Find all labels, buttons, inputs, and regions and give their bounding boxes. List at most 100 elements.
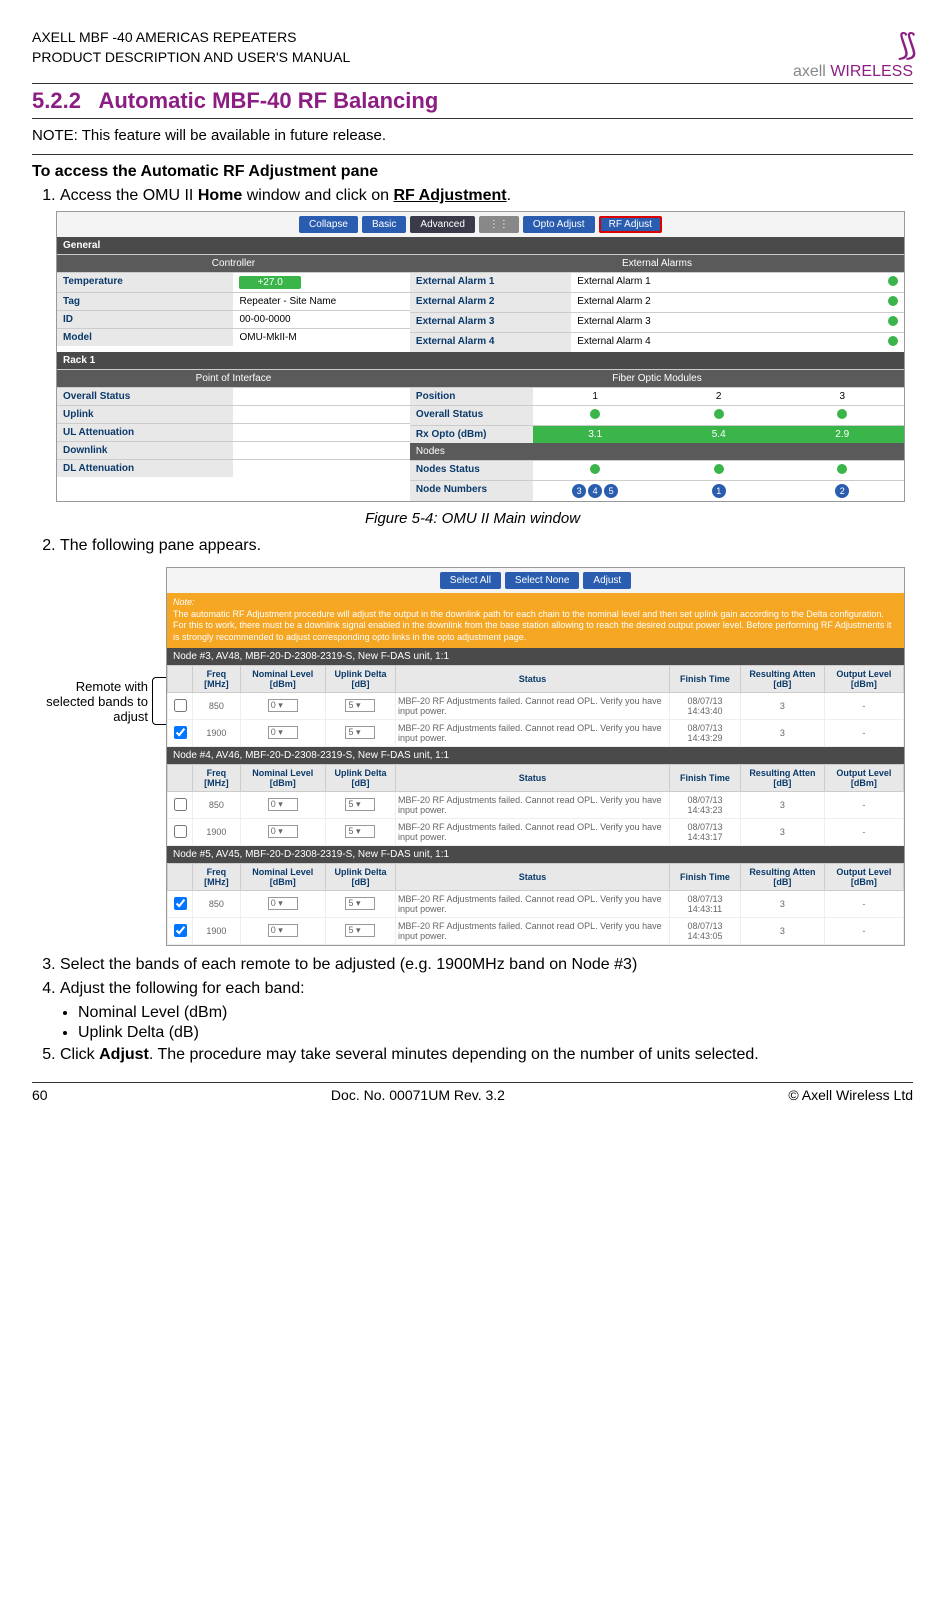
logo-sub: WIRELESS <box>830 63 913 80</box>
overall-status-label: Overall Status <box>57 388 233 405</box>
col-header: Finish Time <box>669 665 740 692</box>
ext-alarm4-value: External Alarm 4 <box>571 333 882 352</box>
uplink-delta-select[interactable]: 5 ▾ <box>345 726 375 739</box>
status-cell: MBF-20 RF Adjustments failed. Cannot rea… <box>396 791 670 818</box>
band-checkbox[interactable] <box>174 699 187 712</box>
header-line2: PRODUCT DESCRIPTION AND USER'S MANUAL <box>32 48 350 68</box>
release-note: NOTE: This feature will be available in … <box>32 127 913 144</box>
ext-alarm1-value: External Alarm 1 <box>571 273 882 292</box>
band-checkbox[interactable] <box>174 924 187 937</box>
node-header: Node #3, AV48, MBF-20-D-2308-2319-S, New… <box>167 648 904 665</box>
adjust-button[interactable]: Adjust <box>583 572 631 589</box>
table-row: 19000 ▾5 ▾MBF-20 RF Adjustments failed. … <box>168 719 904 746</box>
ext-alarm2-label: External Alarm 2 <box>410 293 571 312</box>
band-checkbox[interactable] <box>174 825 187 838</box>
freq-cell: 1900 <box>193 818 241 845</box>
finish-time-cell: 08/07/13 14:43:17 <box>669 818 740 845</box>
nominal-select[interactable]: 0 ▾ <box>268 924 298 937</box>
col-header: Status <box>396 863 670 890</box>
select-all-button[interactable]: Select All <box>440 572 501 589</box>
status-cell: MBF-20 RF Adjustments failed. Cannot rea… <box>396 890 670 917</box>
uplink-delta-select[interactable]: 5 ▾ <box>345 699 375 712</box>
uplink-delta-select[interactable]: 5 ▾ <box>345 798 375 811</box>
nodes-status-label: Nodes Status <box>410 461 534 480</box>
atten-cell: 3 <box>741 818 825 845</box>
band-checkbox[interactable] <box>174 798 187 811</box>
remote-annotation: Remote with selected bands to adjust <box>32 561 152 724</box>
output-cell: - <box>824 791 903 818</box>
output-cell: - <box>824 692 903 719</box>
rf-adjust-button[interactable]: RF Adjust <box>599 216 662 233</box>
step-4: Adjust the following for each band: <box>60 980 913 998</box>
advanced-button[interactable]: Advanced <box>410 216 474 233</box>
node-header: Node #4, AV46, MBF-20-D-2308-2319-S, New… <box>167 747 904 764</box>
freq-cell: 850 <box>193 692 241 719</box>
atten-cell: 3 <box>741 917 825 944</box>
opto-adjust-button[interactable]: Opto Adjust <box>523 216 595 233</box>
status-dot-icon <box>837 409 847 419</box>
grip-icon: ⋮⋮ <box>479 216 519 233</box>
finish-time-cell: 08/07/13 14:43:29 <box>669 719 740 746</box>
nominal-select[interactable]: 0 ▾ <box>268 897 298 910</box>
output-cell: - <box>824 890 903 917</box>
output-cell: - <box>824 818 903 845</box>
atten-cell: 3 <box>741 719 825 746</box>
uplink-delta-select[interactable]: 5 ▾ <box>345 924 375 937</box>
basic-button[interactable]: Basic <box>362 216 406 233</box>
band-checkbox[interactable] <box>174 897 187 910</box>
ul-atten-label: UL Attenuation <box>57 424 233 441</box>
id-label: ID <box>57 311 233 328</box>
logo: ⟆⟆ axell WIRELESS <box>793 28 913 81</box>
model-value: OMU-MkII-M <box>233 329 409 346</box>
band-checkbox[interactable] <box>174 726 187 739</box>
uplink-delta-select[interactable]: 5 ▾ <box>345 897 375 910</box>
finish-time-cell: 08/07/13 14:43:23 <box>669 791 740 818</box>
status-dot-icon <box>714 464 724 474</box>
col-header: Resulting Atten [dB] <box>741 863 825 890</box>
model-label: Model <box>57 329 233 346</box>
node-numbers-label: Node Numbers <box>410 481 534 501</box>
page-number: 60 <box>32 1087 48 1103</box>
col-header: Output Level [dBm] <box>824 764 903 791</box>
tag-value: Repeater - Site Name <box>233 293 409 310</box>
col-header: Freq [MHz] <box>193 863 241 890</box>
status-cell: MBF-20 RF Adjustments failed. Cannot rea… <box>396 917 670 944</box>
status-dot-icon <box>837 464 847 474</box>
col-header: Output Level [dBm] <box>824 665 903 692</box>
dl-atten-label: DL Attenuation <box>57 460 233 477</box>
nominal-select[interactable]: 0 ▾ <box>268 798 298 811</box>
collapse-button[interactable]: Collapse <box>299 216 358 233</box>
status-dot-icon <box>714 409 724 419</box>
col-header: Status <box>396 764 670 791</box>
nodes-header: Nodes <box>410 443 904 460</box>
ext-alarms-header: External Alarms <box>410 255 904 272</box>
nominal-select[interactable]: 0 ▾ <box>268 825 298 838</box>
step-2: The following pane appears. <box>60 537 913 555</box>
nominal-select[interactable]: 0 ▾ <box>268 699 298 712</box>
status-dot-icon <box>888 316 898 326</box>
col-header: Nominal Level [dBm] <box>240 665 325 692</box>
rx-opto-label: Rx Opto (dBm) <box>410 426 534 443</box>
controller-header: Controller <box>57 255 410 272</box>
ext-alarm1-label: External Alarm 1 <box>410 273 571 292</box>
col-header: Freq [MHz] <box>193 665 241 692</box>
nominal-select[interactable]: 0 ▾ <box>268 726 298 739</box>
ext-alarm2-value: External Alarm 2 <box>571 293 882 312</box>
table-row: 19000 ▾5 ▾MBF-20 RF Adjustments failed. … <box>168 917 904 944</box>
status-dot-icon <box>888 296 898 306</box>
ext-alarm4-label: External Alarm 4 <box>410 333 571 352</box>
select-none-button[interactable]: Select None <box>505 572 579 589</box>
logo-swoosh-icon: ⟆⟆ <box>898 29 913 62</box>
overall-status2-label: Overall Status <box>410 406 534 425</box>
figure-omu-main: Collapse Basic Advanced ⋮⋮ Opto Adjust R… <box>56 211 905 502</box>
id-value: 00-00-0000 <box>233 311 409 328</box>
status-dot-icon <box>888 336 898 346</box>
fom-header: Fiber Optic Modules <box>410 370 904 387</box>
position-label: Position <box>410 388 534 405</box>
uplink-delta-select[interactable]: 5 ▾ <box>345 825 375 838</box>
downlink-label: Downlink <box>57 442 233 459</box>
doc-number: Doc. No. 00071UM Rev. 3.2 <box>331 1087 505 1103</box>
orange-note: Note: The automatic RF Adjustment proced… <box>167 593 904 648</box>
temperature-label: Temperature <box>57 273 233 292</box>
atten-cell: 3 <box>741 791 825 818</box>
